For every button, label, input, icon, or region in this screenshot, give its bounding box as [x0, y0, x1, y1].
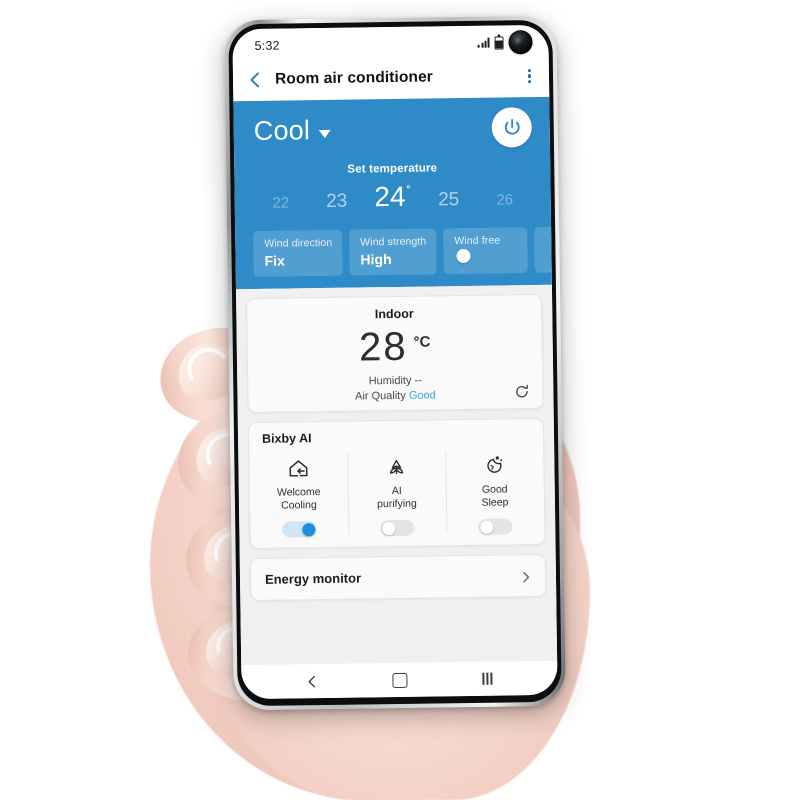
house-arrow-icon — [286, 455, 310, 481]
status-system-icons — [478, 30, 533, 55]
indoor-temperature-value: 28 — [358, 324, 408, 370]
android-nav-bar — [241, 660, 558, 700]
bixby-toggle-good-sleep[interactable] — [478, 518, 513, 536]
bixby-item-welcome-cooling[interactable]: Welcome Cooling — [249, 451, 348, 539]
chevron-left-icon[interactable] — [247, 72, 263, 88]
status-bar: 5:32 — [232, 24, 549, 60]
page-title: Room air conditioner — [274, 68, 434, 88]
moon-stars-icon — [482, 452, 506, 478]
bixby-label-line1: Welcome — [276, 486, 321, 499]
battery-icon — [494, 35, 504, 50]
bixby-toggle-welcome-cooling[interactable] — [282, 521, 317, 538]
bixby-item-good-sleep[interactable]: Good Sleep — [445, 448, 544, 536]
chip-wind-free-key: Wind free — [454, 234, 501, 248]
air-quality-value: Good — [408, 389, 436, 402]
humidity-label: Humidity -- — [368, 374, 422, 388]
set-temperature-label: Set temperature — [347, 162, 438, 176]
nav-recents-icon[interactable] — [465, 665, 509, 692]
butterfly-purify-icon — [384, 454, 408, 480]
nav-back-icon[interactable] — [289, 668, 333, 695]
chip-wind-free[interactable]: Wind free — [443, 227, 528, 275]
temperature-picker[interactable]: 22 23 24˚ 25 26 — [234, 179, 550, 215]
bixby-label-line1: Good — [481, 483, 508, 496]
bixby-item-welcome-cooling-label: Welcome Cooling — [277, 486, 321, 513]
content-area: Indoor 28 °C Humidity -- Air Quality Goo… — [235, 284, 558, 666]
bixby-ai-card: Bixby AI Welcome Cooling AI purifying Go… — [247, 417, 546, 550]
nav-home-icon[interactable] — [377, 667, 421, 694]
indoor-card: Indoor 28 °C Humidity -- Air Quality Goo… — [246, 293, 544, 414]
kebab-menu-icon[interactable] — [526, 65, 534, 88]
chip-wind-strength-value: High — [360, 251, 392, 268]
indoor-reading: 28 °C — [260, 324, 531, 370]
temp-selected-value: 24 — [374, 180, 406, 213]
mode-selector[interactable]: Cool — [254, 114, 332, 146]
indoor-title: Indoor — [374, 306, 414, 322]
energy-monitor-label: Energy monitor — [264, 570, 362, 588]
temp-option-3[interactable]: 25 — [421, 189, 477, 212]
temp-option-selected[interactable]: 24˚ — [364, 181, 420, 214]
bixby-toggle-ai-purifying[interactable] — [380, 519, 415, 537]
bixby-label-line1: AI — [391, 484, 402, 498]
energy-monitor-row[interactable]: Energy monitor — [249, 554, 547, 602]
refresh-icon[interactable] — [513, 383, 530, 400]
bixby-item-good-sleep-label: Good Sleep — [481, 483, 508, 510]
temp-option-4[interactable]: 26 — [477, 191, 533, 209]
status-clock: 5:32 — [254, 38, 280, 53]
app-bar: Room air conditioner — [232, 54, 550, 102]
bixby-item-ai-purifying-label: AI purifying — [377, 485, 417, 512]
signal-icon — [478, 37, 490, 48]
chip-wind-strength-key: Wind strength — [360, 235, 427, 249]
bixby-item-ai-purifying[interactable]: AI purifying — [347, 449, 446, 537]
chip-wind-direction-key: Wind direction — [264, 236, 333, 250]
chip-overflow-partial[interactable] — [534, 226, 552, 274]
temp-option-1[interactable]: 23 — [309, 190, 365, 213]
phone-screen: 5:32 Room air conditioner Cool Set tempe… — [232, 24, 558, 700]
bixby-label-line2: Sleep — [481, 496, 509, 509]
degree-symbol: ˚ — [406, 183, 411, 199]
camera-punch-hole-icon — [508, 30, 533, 55]
bixby-label-line2: Cooling — [281, 499, 317, 512]
air-quality-row: Air Quality Good — [260, 388, 530, 404]
caret-down-icon — [319, 129, 332, 138]
chip-wind-strength[interactable]: Wind strength High — [349, 228, 437, 276]
phone-bezel: 5:32 Room air conditioner Cool Set tempe… — [228, 19, 562, 707]
bixby-label-line2: purifying — [377, 497, 417, 511]
chip-wind-direction-value: Fix — [264, 252, 285, 269]
temp-option-0[interactable]: 22 — [253, 194, 309, 212]
chevron-right-icon — [520, 570, 532, 583]
indoor-temperature-unit: °C — [413, 333, 431, 351]
power-button[interactable] — [491, 107, 532, 148]
air-quality-label: Air Quality — [355, 389, 406, 403]
ac-control-hero: Cool Set temperature 22 23 24˚ 25 26 Win… — [233, 96, 552, 290]
smartphone-device: 5:32 Room air conditioner Cool Set tempe… — [224, 15, 566, 711]
bixby-items-row: Welcome Cooling AI purifying Good Sleep — [249, 448, 544, 538]
wind-control-chips: Wind direction Fix Wind strength High Wi… — [235, 226, 552, 277]
mode-label: Cool — [253, 114, 311, 146]
power-icon — [504, 118, 520, 135]
chip-wind-direction[interactable]: Wind direction Fix — [253, 229, 343, 277]
